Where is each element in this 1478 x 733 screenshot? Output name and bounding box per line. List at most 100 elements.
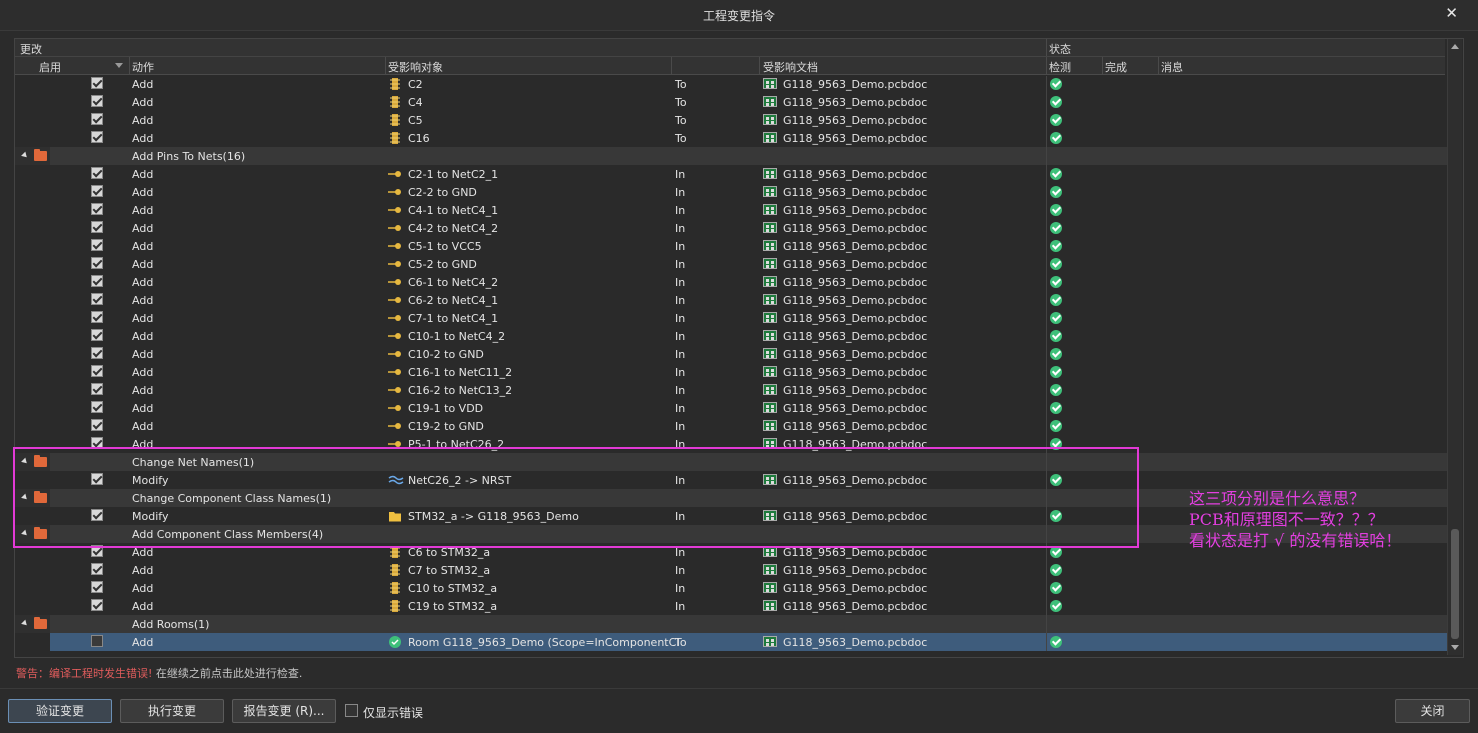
close-icon[interactable]: ✕ [1445,4,1458,22]
action-cell: Add [132,600,154,613]
relation-cell: In [675,312,686,325]
scroll-up-icon[interactable] [1451,44,1459,49]
table-row[interactable]: Add C7-1 to NetC4_1 In G118_9563_Demo.pcbdo… [15,309,1447,327]
execute-changes-button[interactable]: 执行变更 [120,699,224,723]
table-row[interactable]: Add C7 to STM32_a In G118_9563_Demo.pcbdoc [15,561,1447,579]
check-ok-icon [1050,384,1062,396]
enable-checkbox[interactable] [91,185,103,197]
enable-checkbox[interactable] [91,293,103,305]
component-icon [388,545,402,559]
table-row[interactable]: Add C5-2 to GND In G118_9563_Demo.pcbdoc [15,255,1447,273]
pcb-document-icon [763,582,777,593]
warning-hint-text[interactable]: 在继续之前点击此处进行检查. [156,667,303,680]
table-row[interactable]: Add C10-2 to GND In G118_9563_Demo.pcbdoc [15,345,1447,363]
enable-checkbox[interactable] [91,203,103,215]
enable-checkbox[interactable] [91,545,103,557]
table-row[interactable]: Add C5 To G118_9563_Demo.pcbdoc [15,111,1447,129]
enable-checkbox[interactable] [91,563,103,575]
vertical-scrollbar[interactable] [1447,39,1462,655]
enable-checkbox[interactable] [91,95,103,107]
affected-object: C4-2 to NetC4_2 [408,222,499,235]
affected-document: G118_9563_Demo.pcbdoc [783,222,928,235]
affected-document: G118_9563_Demo.pcbdoc [783,474,928,487]
column-message[interactable]: 消息 [1161,59,1183,75]
relation-cell: In [675,384,686,397]
check-ok-icon [1050,96,1062,108]
table-row[interactable]: Add C19 to STM32_a In G118_9563_Demo.pcbdoc [15,597,1447,615]
enable-checkbox[interactable] [91,167,103,179]
table-row[interactable]: Add C19-2 to GND In G118_9563_Demo.pcbdoc [15,417,1447,435]
table-row[interactable]: Add C2 To G118_9563_Demo.pcbdoc [15,76,1447,93]
enable-checkbox[interactable] [91,239,103,251]
relation-cell: In [675,510,686,523]
table-row[interactable]: Add C4 To G118_9563_Demo.pcbdoc [15,93,1447,111]
affected-document: G118_9563_Demo.pcbdoc [783,348,928,361]
table-row[interactable]: Add P5-1 to NetC26_2 In G118_9563_Demo.pcbd… [15,435,1447,453]
table-row[interactable]: Add C5-1 to VCC5 In G118_9563_Demo.pcbdoc [15,237,1447,255]
scroll-down-icon[interactable] [1451,645,1459,650]
relation-cell: To [675,96,687,109]
check-ok-icon [1050,546,1062,558]
table-row[interactable]: Add C4-1 to NetC4_1 In G118_9563_Demo.pcbdo… [15,201,1447,219]
scroll-thumb[interactable] [1451,529,1459,639]
table-row[interactable]: Add C6-2 to NetC4_1 In G118_9563_Demo.pcbdo… [15,291,1447,309]
table-row[interactable]: Add C2-2 to GND In G118_9563_Demo.pcbdoc [15,183,1447,201]
warning-message[interactable]: 警告：编译工程时发生错误! 在继续之前点击此处进行检查. [16,665,302,681]
column-check[interactable]: 检测 [1049,59,1071,75]
validate-changes-button[interactable]: 验证变更 [8,699,112,723]
warning-error-text[interactable]: 警告：编译工程时发生错误! [16,667,152,680]
column-document[interactable]: 受影响文档 [763,59,818,75]
enable-checkbox[interactable] [91,113,103,125]
relation-cell: In [675,564,686,577]
relation-cell: In [675,600,686,613]
enable-checkbox[interactable] [91,599,103,611]
group-row[interactable]: Add Rooms(1) [15,615,1447,633]
group-row[interactable]: Change Net Names(1) [15,453,1447,471]
sort-arrow-icon[interactable] [115,63,123,68]
close-button[interactable]: 关闭 [1395,699,1470,723]
affected-document: G118_9563_Demo.pcbdoc [783,582,928,595]
enable-checkbox[interactable] [91,131,103,143]
enable-checkbox[interactable] [91,311,103,323]
report-changes-button[interactable]: 报告变更 (R)... [232,699,336,723]
enable-checkbox[interactable] [91,329,103,341]
enable-checkbox[interactable] [91,365,103,377]
table-row[interactable]: Add C4-2 to NetC4_2 In G118_9563_Demo.pcbdo… [15,219,1447,237]
grid-rows: Add C2 To G118_9563_Demo.pcbdoc Add C4 To G118_… [15,76,1447,654]
enable-checkbox[interactable] [91,77,103,89]
pcb-document-icon [763,96,777,107]
table-row[interactable]: Add C6-1 to NetC4_2 In G118_9563_Demo.pcbdo… [15,273,1447,291]
table-row[interactable]: Add C10-1 to NetC4_2 In G118_9563_Demo.pcbd… [15,327,1447,345]
enable-checkbox[interactable] [91,401,103,413]
pcb-document-icon [763,168,777,179]
enable-checkbox[interactable] [91,509,103,521]
only-show-errors-checkbox[interactable] [345,704,358,717]
component-icon [388,95,402,109]
group-row[interactable]: Add Pins To Nets(16) [15,147,1447,165]
enable-checkbox[interactable] [91,221,103,233]
enable-checkbox[interactable] [91,275,103,287]
column-object[interactable]: 受影响对象 [388,59,443,75]
enable-checkbox[interactable] [91,473,103,485]
table-row[interactable]: Add C2-1 to NetC2_1 In G118_9563_Demo.pcbdo… [15,165,1447,183]
relation-cell: In [675,474,686,487]
affected-document: G118_9563_Demo.pcbdoc [783,114,928,127]
enable-checkbox[interactable] [91,347,103,359]
table-row[interactable]: Add C16-1 to NetC11_2 In G118_9563_Demo.pcb… [15,363,1447,381]
enable-checkbox[interactable] [91,635,103,647]
table-row[interactable]: Add C16 To G118_9563_Demo.pcbdoc [15,129,1447,147]
table-row[interactable]: Add C16-2 to NetC13_2 In G118_9563_Demo.pcb… [15,381,1447,399]
table-row[interactable]: Add C19-1 to VDD In G118_9563_Demo.pcbdoc [15,399,1447,417]
enable-checkbox[interactable] [91,437,103,449]
column-done[interactable]: 完成 [1105,59,1127,75]
enable-checkbox[interactable] [91,581,103,593]
check-ok-icon [1050,438,1062,450]
check-ok-icon [1050,222,1062,234]
column-action[interactable]: 动作 [132,59,154,75]
enable-checkbox[interactable] [91,419,103,431]
enable-checkbox[interactable] [91,257,103,269]
column-enable[interactable]: 启用 [39,59,61,75]
table-row[interactable]: Add C10 to STM32_a In G118_9563_Demo.pcbdoc [15,579,1447,597]
table-row[interactable]: Add Room G118_9563_Demo (Scope=InComponen… [15,633,1447,651]
enable-checkbox[interactable] [91,383,103,395]
